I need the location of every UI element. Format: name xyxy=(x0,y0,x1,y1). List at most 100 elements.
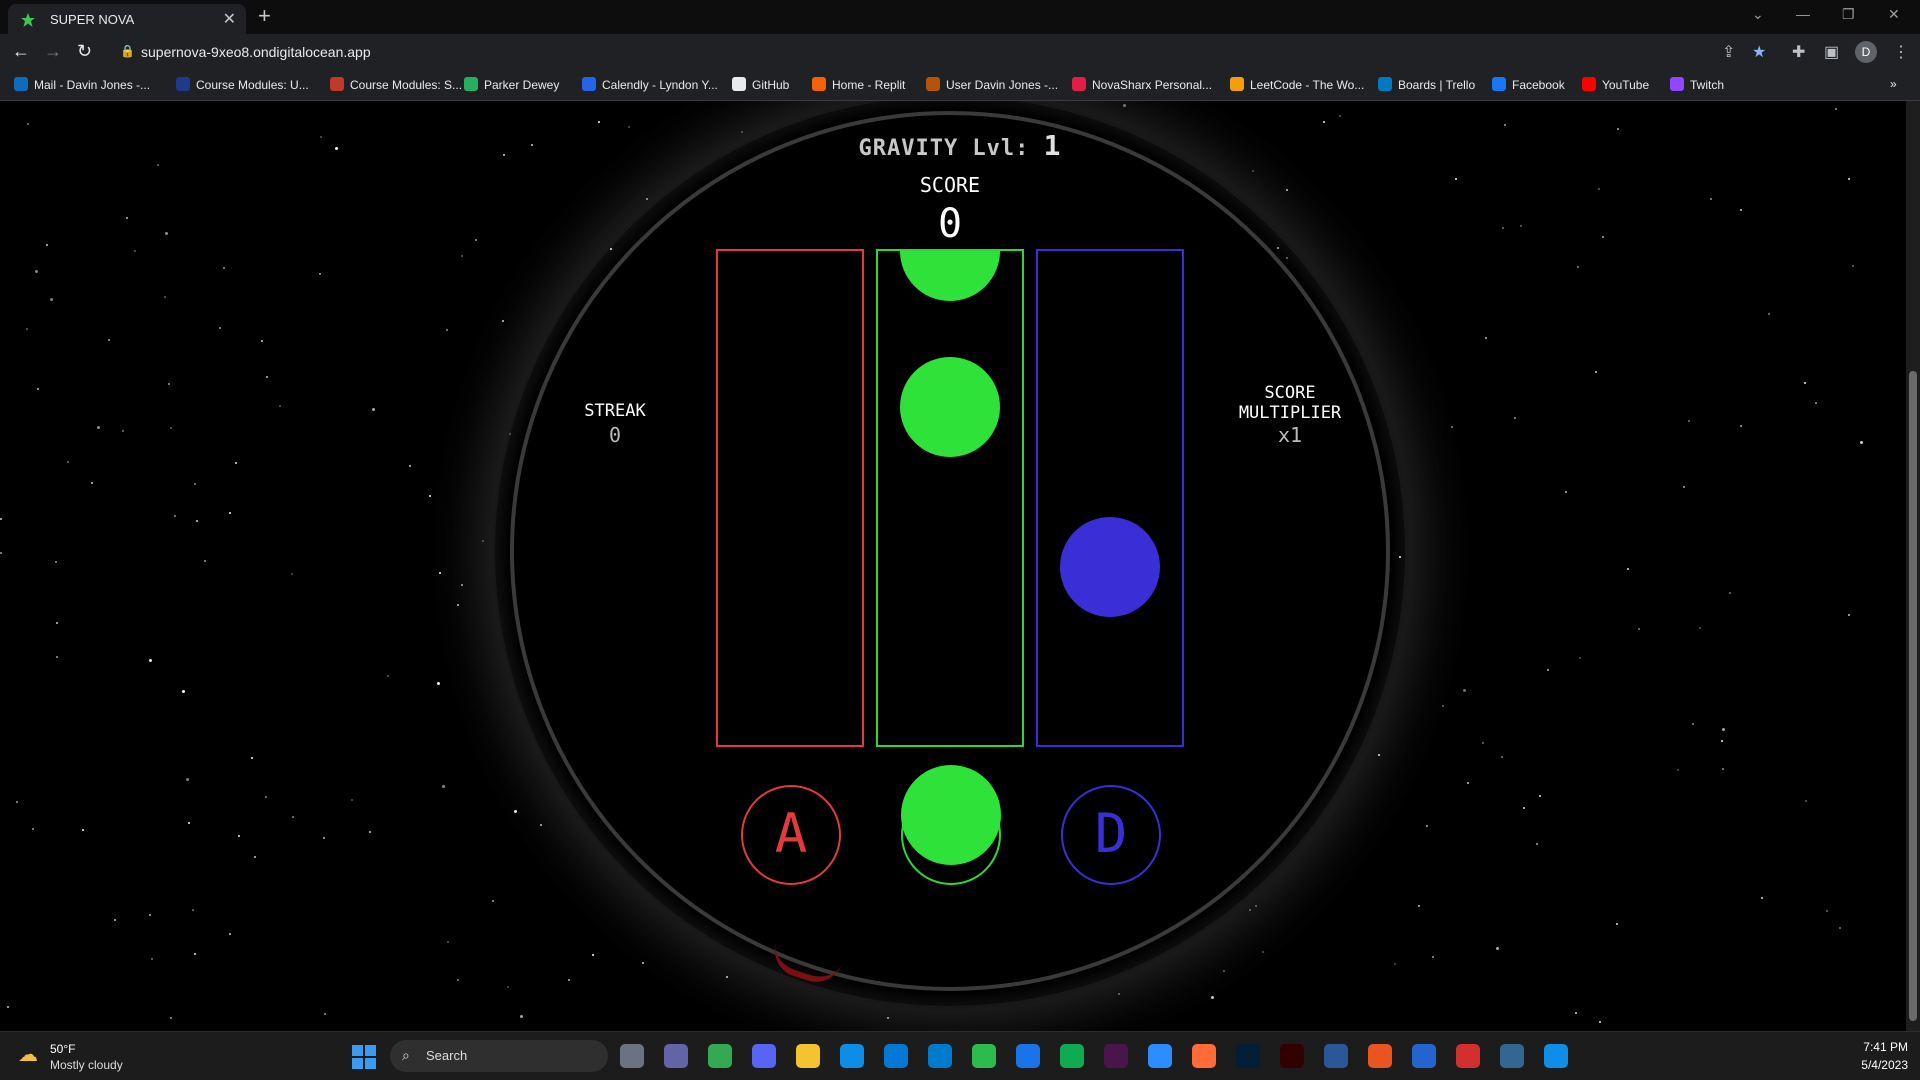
chrome-icon[interactable] xyxy=(708,1044,732,1068)
star xyxy=(1617,127,1620,130)
star xyxy=(1739,209,1742,212)
tab-close-icon[interactable]: ✕ xyxy=(223,9,236,29)
teamviewer-icon[interactable] xyxy=(1544,1044,1568,1068)
lock-icon: 🔒 xyxy=(120,44,135,58)
minimize-button[interactable]: — xyxy=(1796,6,1810,22)
bookmark-item[interactable]: User Davin Jones -... xyxy=(926,77,1058,92)
file-explorer-icon[interactable] xyxy=(796,1044,820,1068)
star xyxy=(133,250,136,253)
address-bar[interactable]: 🔒 supernova-9xeo8.ondigitalocean.app xyxy=(110,38,1772,66)
back-arrow-icon[interactable]: ← xyxy=(12,41,30,62)
slack-icon[interactable] xyxy=(1104,1044,1128,1068)
star xyxy=(1615,923,1618,926)
profile-avatar[interactable]: D xyxy=(1855,41,1877,63)
zoom-icon[interactable] xyxy=(1148,1044,1172,1068)
star xyxy=(502,154,505,157)
clock-date[interactable]: 5/4/2023 xyxy=(1850,1058,1908,1072)
ubuntu-icon[interactable] xyxy=(1368,1044,1392,1068)
todo-icon[interactable] xyxy=(1412,1044,1436,1068)
bookmark-item[interactable]: Twitch xyxy=(1670,77,1724,92)
store-icon[interactable] xyxy=(884,1044,908,1068)
mongodb-icon[interactable] xyxy=(1060,1044,1084,1068)
bookmark-favicon-icon xyxy=(1492,77,1506,91)
star xyxy=(1535,842,1538,845)
bookmark-item[interactable]: NovaSharx Personal... xyxy=(1072,77,1212,92)
weather-cloud-icon[interactable]: ☁ xyxy=(18,1042,38,1067)
vscode-icon[interactable] xyxy=(928,1044,952,1068)
side-panel-icon[interactable]: ▣ xyxy=(1824,42,1839,62)
bookmark-item[interactable]: Mail - Davin Jones -... xyxy=(14,77,150,92)
bookmark-favicon-icon xyxy=(464,77,478,91)
reload-icon[interactable]: ↻ xyxy=(77,41,92,62)
weather-temperature[interactable]: 50°F xyxy=(50,1042,75,1056)
close-window-button[interactable]: ✕ xyxy=(1888,6,1900,23)
extensions-icon[interactable]: ✚ xyxy=(1792,42,1805,62)
bookmark-item[interactable]: Boards | Trello xyxy=(1378,77,1475,92)
bookmark-item[interactable]: Facebook xyxy=(1492,77,1565,92)
bookmark-item[interactable]: Course Modules: U... xyxy=(176,77,309,92)
bookmark-item[interactable]: LeetCode - The Wo... xyxy=(1230,77,1364,92)
page-scrollbar[interactable] xyxy=(1906,101,1920,1031)
star xyxy=(1847,177,1850,180)
star xyxy=(1502,227,1505,230)
new-tab-button[interactable]: + xyxy=(258,3,271,29)
hit-note-green xyxy=(901,765,1001,865)
discord-icon[interactable] xyxy=(752,1044,776,1068)
star xyxy=(1698,626,1701,629)
postgres-icon[interactable] xyxy=(1500,1044,1524,1068)
star xyxy=(149,913,152,916)
bookmark-item[interactable]: YouTube xyxy=(1582,77,1649,92)
menu-kebab-icon[interactable]: ⋮ xyxy=(1893,42,1909,62)
photoshop-icon[interactable] xyxy=(1236,1044,1260,1068)
tab-search-icon[interactable]: ⌄ xyxy=(1752,6,1764,23)
bookmarks-overflow-icon[interactable]: » xyxy=(1890,77,1897,91)
star xyxy=(66,460,69,463)
star xyxy=(1482,742,1485,745)
star xyxy=(1825,909,1828,912)
star xyxy=(442,785,446,789)
star xyxy=(334,147,338,151)
bookmark-item[interactable]: Home - Replit xyxy=(812,77,905,92)
scrollbar-thumb[interactable] xyxy=(1909,371,1917,1021)
star xyxy=(235,461,238,464)
bookmark-star-icon[interactable]: ★ xyxy=(1752,42,1766,62)
share-icon[interactable]: ⇪ xyxy=(1722,42,1735,62)
bookmark-item[interactable]: Calendly - Lyndon Y... xyxy=(582,77,718,92)
star xyxy=(1466,782,1469,785)
bookmark-item[interactable]: Parker Dewey xyxy=(464,77,559,92)
taskbar-search-box[interactable]: ⌕ Search xyxy=(390,1040,608,1072)
edge-icon[interactable] xyxy=(840,1044,864,1068)
star xyxy=(55,622,58,625)
star xyxy=(1547,669,1550,672)
clock-time[interactable]: 7:41 PM xyxy=(1850,1040,1908,1054)
task-view-icon[interactable] xyxy=(620,1044,644,1068)
snipping-tool-icon[interactable] xyxy=(1456,1044,1480,1068)
windows-start-icon[interactable] xyxy=(352,1045,376,1069)
star xyxy=(182,690,186,694)
teams-chat-icon[interactable] xyxy=(664,1044,688,1068)
star xyxy=(1463,688,1467,692)
illustrator-icon[interactable] xyxy=(1280,1044,1304,1068)
star xyxy=(261,339,264,342)
postman-icon[interactable] xyxy=(1192,1044,1216,1068)
bookmark-favicon-icon xyxy=(1230,77,1244,91)
target-key-a[interactable]: A xyxy=(741,785,841,885)
score-label: SCORE xyxy=(919,173,981,197)
bookmark-item[interactable]: GitHub xyxy=(732,77,789,92)
star xyxy=(1523,807,1525,810)
word-icon[interactable] xyxy=(1324,1044,1348,1068)
restore-button[interactable]: ❐ xyxy=(1842,6,1855,23)
url-text[interactable]: supernova-9xeo8.ondigitalocean.app xyxy=(141,44,371,60)
calendar-icon[interactable] xyxy=(1016,1044,1040,1068)
star xyxy=(203,560,206,563)
bookmark-label: Mail - Davin Jones -... xyxy=(34,78,151,92)
star xyxy=(1495,947,1499,951)
bookmark-item[interactable]: Course Modules: S... xyxy=(330,77,462,92)
git-icon[interactable] xyxy=(972,1044,996,1068)
weather-description[interactable]: Mostly cloudy xyxy=(50,1058,123,1072)
star xyxy=(531,144,534,147)
forward-arrow-icon[interactable]: → xyxy=(44,41,62,62)
star xyxy=(279,405,282,408)
target-key-d[interactable]: D xyxy=(1061,785,1161,885)
browser-tab[interactable]: SUPER NOVA ✕ xyxy=(8,4,246,34)
